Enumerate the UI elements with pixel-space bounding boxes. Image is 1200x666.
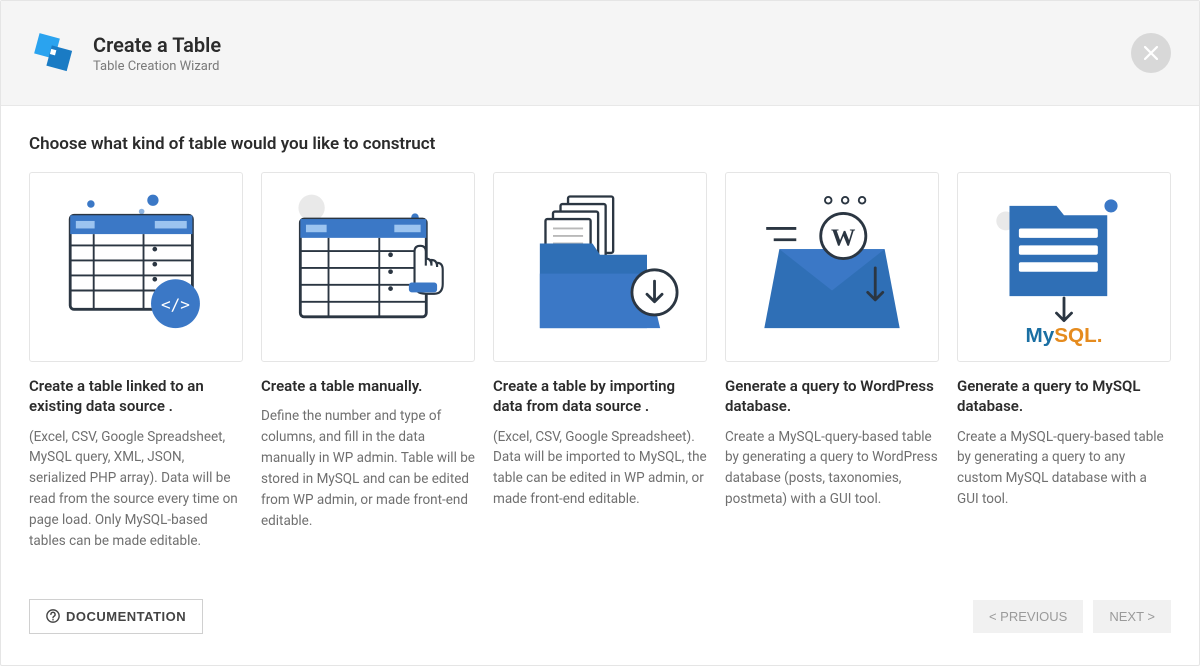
wizard-header-text: Create a Table Table Creation Wizard bbox=[93, 33, 221, 74]
option-description: Define the number and type of columns, a… bbox=[261, 406, 475, 532]
option-title: Create a table linked to an existing dat… bbox=[29, 376, 243, 417]
documentation-button[interactable]: DOCUMENTATION bbox=[29, 599, 203, 634]
option-illustration-mysql: MySQL. bbox=[957, 172, 1171, 362]
wizard-footer: DOCUMENTATION < PREVIOUS NEXT > bbox=[1, 587, 1199, 665]
option-illustration-import bbox=[493, 172, 707, 362]
next-button[interactable]: NEXT > bbox=[1093, 600, 1171, 633]
wizard-subtitle: Table Creation Wizard bbox=[93, 59, 221, 74]
svg-text:W: W bbox=[831, 224, 856, 251]
wizard-header: Create a Table Table Creation Wizard bbox=[1, 1, 1199, 106]
option-description: (Excel, CSV, Google Spreadsheet). Data w… bbox=[493, 427, 707, 511]
option-card-list: </> Create a table linked to an existing… bbox=[29, 172, 1171, 552]
option-title: Generate a query to WordPress database. bbox=[725, 376, 939, 417]
option-card-manual[interactable]: Create a table manually. Define the numb… bbox=[261, 172, 475, 552]
option-card-wordpress-query[interactable]: W Generate a query to WordPress database… bbox=[725, 172, 939, 552]
wizard-logo-icon bbox=[33, 32, 75, 74]
option-title: Create a table manually. bbox=[261, 376, 475, 396]
help-icon bbox=[46, 609, 60, 623]
option-illustration-wordpress: W bbox=[725, 172, 939, 362]
option-description: Create a MySQL-query-based table by gene… bbox=[957, 427, 1171, 511]
svg-text:</>: </> bbox=[161, 295, 190, 314]
wizard-title: Create a Table bbox=[93, 33, 221, 57]
close-button[interactable] bbox=[1131, 33, 1171, 73]
wizard-dialog: Create a Table Table Creation Wizard Cho… bbox=[0, 0, 1200, 666]
option-title: Create a table by importing data from da… bbox=[493, 376, 707, 417]
option-title: Generate a query to MySQL database. bbox=[957, 376, 1171, 417]
option-illustration-manual bbox=[261, 172, 475, 362]
wizard-body: Choose what kind of table would you like… bbox=[1, 106, 1199, 587]
option-illustration-linked-source: </> bbox=[29, 172, 243, 362]
svg-text:MySQL.: MySQL. bbox=[1026, 324, 1103, 347]
wizard-prompt: Choose what kind of table would you like… bbox=[29, 134, 1171, 154]
option-card-linked-source[interactable]: </> Create a table linked to an existing… bbox=[29, 172, 243, 552]
option-card-import[interactable]: Create a table by importing data from da… bbox=[493, 172, 707, 552]
option-description: Create a MySQL-query-based table by gene… bbox=[725, 427, 939, 511]
option-card-mysql-query[interactable]: MySQL. Generate a query to MySQL databas… bbox=[957, 172, 1171, 552]
close-icon bbox=[1144, 46, 1158, 60]
option-description: (Excel, CSV, Google Spreadsheet, MySQL q… bbox=[29, 427, 243, 553]
previous-button[interactable]: < PREVIOUS bbox=[973, 600, 1083, 633]
documentation-label: DOCUMENTATION bbox=[66, 609, 186, 624]
